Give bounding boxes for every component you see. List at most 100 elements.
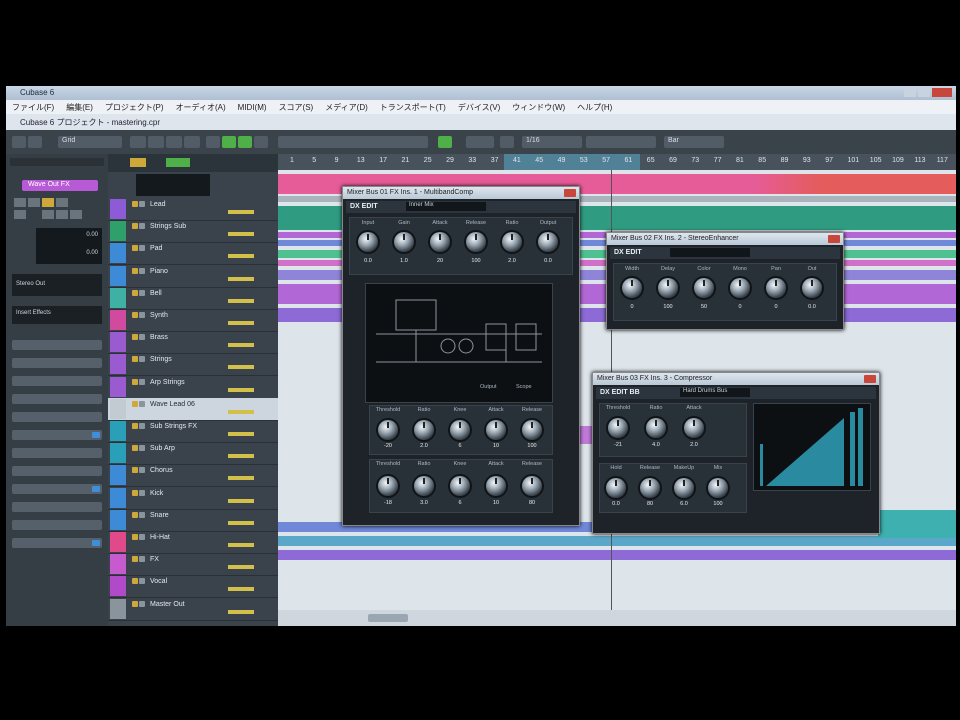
parameter-knob[interactable] <box>394 232 414 252</box>
inspector-output-routing[interactable]: Stereo Out <box>12 274 102 296</box>
inspector-section-bar[interactable] <box>12 466 102 476</box>
track-row[interactable]: Wave Lead 06 <box>108 397 278 421</box>
cycle-range[interactable] <box>504 154 640 170</box>
mute-button[interactable] <box>132 600 138 607</box>
mute-button[interactable] <box>132 445 138 452</box>
menu-item[interactable]: ウィンドウ(W) <box>512 102 565 113</box>
solo-button[interactable] <box>139 289 145 296</box>
folder-track-display[interactable] <box>136 174 210 196</box>
track-row[interactable]: Strings Sub <box>108 220 278 244</box>
parameter-knob[interactable] <box>802 278 822 298</box>
parameter-knob[interactable] <box>466 232 486 252</box>
maximize-button[interactable] <box>918 88 930 97</box>
parameter-knob[interactable] <box>708 478 728 498</box>
track-row[interactable]: Kick <box>108 487 278 510</box>
parameter-knob[interactable] <box>378 420 398 440</box>
parameter-knob[interactable] <box>646 418 666 438</box>
parameter-knob[interactable] <box>640 478 660 498</box>
transport-cycle-button[interactable] <box>166 136 182 148</box>
event-lane[interactable] <box>278 550 956 560</box>
grid-type-select[interactable] <box>466 136 494 148</box>
track-row[interactable]: Synth <box>108 309 278 332</box>
inspector-section-bar[interactable] <box>12 340 102 350</box>
plugin-close-button[interactable] <box>864 375 876 383</box>
activate-project-button[interactable] <box>12 136 26 148</box>
mute-button[interactable] <box>132 400 138 407</box>
menu-item[interactable]: ファイル(F) <box>12 102 54 113</box>
solo-button[interactable] <box>139 356 145 363</box>
inspector-insert-section[interactable]: Insert Effects <box>12 306 102 324</box>
parameter-knob[interactable] <box>450 420 470 440</box>
track-row[interactable]: Strings <box>108 353 278 377</box>
parameter-knob[interactable] <box>486 420 506 440</box>
preset-selector[interactable]: Hard Drums Bus <box>680 388 750 397</box>
parameter-knob[interactable] <box>606 478 626 498</box>
plugin-titlebar[interactable]: Mixer Bus 02 FX Ins. 2 - StereoEnhancer <box>607 233 843 245</box>
plugin-close-button[interactable] <box>828 235 840 243</box>
mute-button[interactable] <box>132 201 138 207</box>
parameter-knob[interactable] <box>694 278 714 298</box>
solo-button[interactable] <box>139 312 145 318</box>
track-row[interactable]: Brass <box>108 331 278 355</box>
parameter-knob[interactable] <box>414 476 434 496</box>
mute-button[interactable] <box>132 245 138 252</box>
audio-event[interactable] <box>878 510 956 538</box>
inspector-section-bar[interactable] <box>12 538 102 548</box>
track-row[interactable]: Master Out <box>108 598 278 621</box>
solo-button[interactable] <box>139 445 145 452</box>
solo-button[interactable] <box>139 556 145 563</box>
mute-button[interactable] <box>132 423 138 429</box>
solo-button[interactable] <box>139 423 145 429</box>
solo-button[interactable] <box>139 400 145 407</box>
solo-button[interactable] <box>139 378 145 385</box>
track-row[interactable]: Chorus <box>108 464 278 488</box>
mute-button[interactable] <box>132 267 138 274</box>
transport-rewind-button[interactable] <box>130 136 146 148</box>
track-row[interactable]: Snare <box>108 509 278 532</box>
mute-button[interactable] <box>132 289 138 296</box>
tool-glue[interactable] <box>254 136 268 148</box>
inspector-section-bar[interactable] <box>12 412 102 422</box>
parameter-knob[interactable] <box>730 278 750 298</box>
horizontal-scrollbar[interactable] <box>278 610 956 626</box>
minimize-button[interactable] <box>904 88 916 97</box>
parameter-knob[interactable] <box>766 278 786 298</box>
menu-item[interactable]: スコア(S) <box>279 102 314 113</box>
track-row[interactable]: Sub Arp <box>108 442 278 466</box>
event-lane[interactable] <box>278 536 956 546</box>
tool-range-select[interactable] <box>222 136 236 148</box>
parameter-knob[interactable] <box>538 232 558 252</box>
solo-button[interactable] <box>139 511 145 518</box>
parameter-knob[interactable] <box>674 478 694 498</box>
snap-select[interactable] <box>500 136 514 148</box>
track-row[interactable]: Pad <box>108 242 278 266</box>
solo-button[interactable] <box>139 534 145 540</box>
parameter-knob[interactable] <box>522 476 542 496</box>
menu-item[interactable]: デバイス(V) <box>458 102 500 113</box>
transport-record-button[interactable] <box>184 136 200 148</box>
mute-button[interactable] <box>132 578 138 585</box>
edit-tools-group[interactable] <box>278 136 428 148</box>
track-row[interactable]: FX <box>108 553 278 577</box>
plugin-window-compressor[interactable]: Mixer Bus 03 FX Ins. 3 - Compressor DX E… <box>592 372 880 534</box>
track-row[interactable]: Sub Strings FX <box>108 420 278 443</box>
solo-button[interactable] <box>139 223 145 230</box>
mode-select[interactable]: Grid <box>58 136 122 148</box>
transport-stop-button[interactable] <box>148 136 164 148</box>
inspector-section-bar[interactable] <box>12 484 102 494</box>
mute-button[interactable] <box>132 511 138 518</box>
parameter-knob[interactable] <box>684 418 704 438</box>
solo-button[interactable] <box>139 489 145 496</box>
track-row[interactable]: Arp Strings <box>108 376 278 399</box>
inspector-section-bar[interactable] <box>12 448 102 458</box>
timeline-ruler[interactable]: 1 5 9 13 17 21 25 29 33 37 41 45 49 53 57 61 65 69 73 77 81 8… <box>278 154 956 170</box>
plugin-window-multiband[interactable]: Mixer Bus 01 FX Ins. 1 - MultibandComp D… <box>342 186 580 526</box>
inspector-section-bar[interactable] <box>12 430 102 440</box>
menu-item[interactable]: ヘルプ(H) <box>577 102 612 113</box>
inspector-buttons[interactable] <box>14 198 102 220</box>
parameter-knob[interactable] <box>608 418 628 438</box>
parameter-knob[interactable] <box>358 232 378 252</box>
parameter-knob[interactable] <box>658 278 678 298</box>
inspector-section-bar[interactable] <box>12 502 102 512</box>
mute-button[interactable] <box>132 467 138 474</box>
